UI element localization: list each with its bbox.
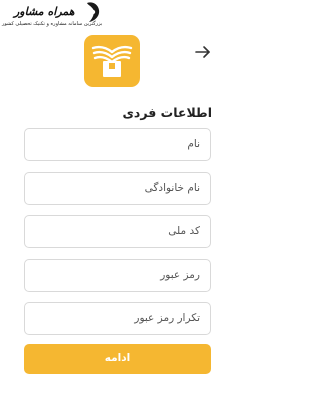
watermark-title: همراه مشاور: [14, 5, 75, 18]
password-field[interactable]: رمز عبور: [24, 259, 211, 292]
continue-button[interactable]: ادامه: [24, 344, 211, 374]
first-name-field[interactable]: نام: [24, 128, 211, 161]
app-logo: [84, 35, 140, 87]
confirm-password-placeholder: تکرار رمز عبور: [134, 312, 200, 324]
open-book-logo-icon: [91, 45, 133, 77]
watermark: همراه مشاور بزرگترین سامانه مشاوره و تکن…: [0, 0, 104, 36]
confirm-password-field[interactable]: تکرار رمز عبور: [24, 302, 211, 335]
watermark-logo-icon: [87, 2, 100, 22]
national-id-field[interactable]: کد ملی: [24, 215, 211, 248]
first-name-placeholder: نام: [187, 138, 200, 150]
last-name-field[interactable]: نام خانوادگی: [24, 172, 211, 205]
password-placeholder: رمز عبور: [160, 269, 200, 281]
arrow-right-icon[interactable]: [193, 44, 213, 60]
continue-button-label: ادامه: [104, 352, 131, 364]
national-id-placeholder: کد ملی: [168, 225, 200, 237]
section-title: اطلاعات فردی: [122, 105, 212, 120]
signup-screen: همراه مشاور بزرگترین سامانه مشاوره و تکن…: [0, 0, 235, 411]
last-name-placeholder: نام خانوادگی: [144, 182, 200, 194]
